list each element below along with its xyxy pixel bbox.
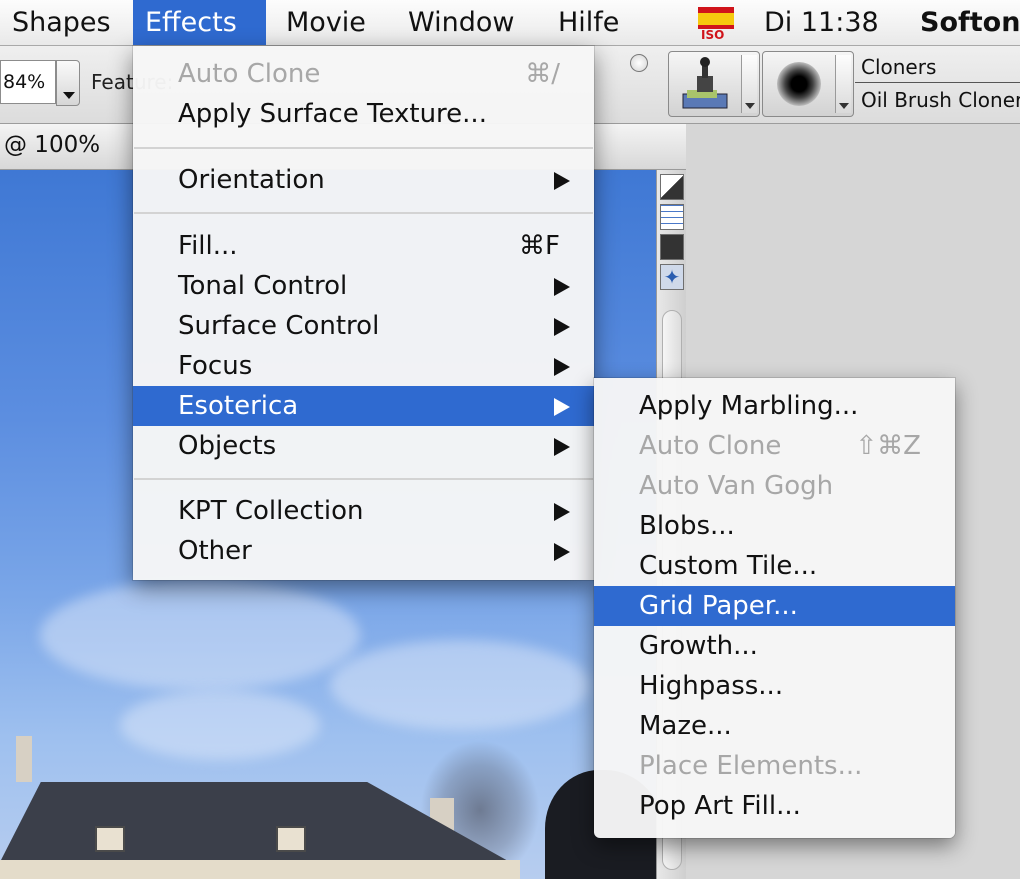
shortcut-label: ⇧⌘Z [855, 431, 921, 461]
menu-item-other[interactable]: Other [133, 531, 594, 571]
menu-item-label: Tonal Control [178, 271, 348, 301]
menu-item-fill[interactable]: Fill... ⌘F [133, 226, 594, 266]
menu-item-label: Apply Marbling... [639, 391, 859, 421]
pin-icon[interactable]: ✦ [660, 264, 684, 290]
menu-item-objects[interactable]: Objects [133, 426, 594, 466]
menu-item-label: Auto Clone [178, 59, 321, 89]
chevron-down-icon [63, 92, 75, 99]
grid-icon[interactable] [660, 204, 684, 230]
submenu-arrow-icon [554, 398, 570, 416]
shortcut-label: ⌘F [519, 231, 560, 261]
menu-item-label: Place Elements... [639, 751, 863, 781]
menu-item-label: Fill... [178, 231, 238, 261]
menu-effects[interactable]: Effects [133, 0, 266, 45]
brush-dab-selector[interactable] [762, 51, 854, 117]
submenu-arrow-icon [554, 438, 570, 456]
cloner-stamp-icon [682, 57, 728, 109]
submenu-arrow-icon [554, 358, 570, 376]
dab-dropdown[interactable] [835, 55, 851, 113]
menu-item-label: Maze... [639, 711, 732, 741]
submenu-arrow-icon [554, 543, 570, 561]
chimney [16, 736, 32, 782]
menu-item-growth[interactable]: Growth... [594, 626, 955, 666]
category-dropdown[interactable] [741, 55, 757, 113]
submenu-arrow-icon [554, 318, 570, 336]
zoom-field[interactable]: 84% [0, 60, 56, 104]
menu-item-label: Auto Van Gogh [639, 471, 834, 501]
menu-item-apply-surface-texture[interactable]: Apply Surface Texture... [133, 94, 594, 134]
menu-item-pop-art-fill[interactable]: Pop Art Fill... [594, 786, 955, 826]
menu-item-esoterica[interactable]: Esoterica [133, 386, 594, 426]
menu-item-label: Highpass... [639, 671, 784, 701]
menu-item-auto-van-gogh[interactable]: Auto Van Gogh [594, 466, 955, 506]
language-flag-icon[interactable]: ISO [698, 7, 734, 42]
menu-item-place-elements[interactable]: Place Elements... [594, 746, 955, 786]
shortcut-label: ⌘/ [525, 59, 560, 89]
flag-iso-label: ISO [701, 28, 725, 42]
brush-dab-icon [777, 62, 821, 106]
effects-menu: Auto Clone ⌘/ Apply Surface Texture... O… [133, 46, 594, 580]
chevron-down-icon [745, 103, 755, 109]
menu-bar: Shapes Effects Movie Window Hilfe ISO Di… [0, 0, 1020, 46]
menu-item-label: Other [178, 536, 252, 566]
menu-item-label: Growth... [639, 631, 758, 661]
menu-movie[interactable]: Movie [274, 0, 384, 45]
menu-item-label: KPT Collection [178, 496, 364, 526]
menu-item-highpass[interactable]: Highpass... [594, 666, 955, 706]
menu-item-maze[interactable]: Maze... [594, 706, 955, 746]
menu-item-surface-control[interactable]: Surface Control [133, 306, 594, 346]
menu-item-label: Objects [178, 431, 277, 461]
menu-clock[interactable]: Di 11:38 [764, 0, 879, 45]
brush-category-label: Cloners [861, 55, 937, 79]
menu-separator [134, 212, 593, 214]
document-title: @ 100% [4, 132, 101, 158]
menu-item-label: Orientation [178, 165, 325, 195]
menu-item-auto-clone[interactable]: Auto Clone ⇧⌘Z [594, 426, 955, 466]
menu-window[interactable]: Window [396, 0, 532, 45]
menu-item-label: Auto Clone [639, 431, 782, 461]
menu-shapes[interactable]: Shapes [0, 0, 129, 45]
menu-item-label: Pop Art Fill... [639, 791, 801, 821]
submenu-arrow-icon [554, 503, 570, 521]
menu-item-label: Grid Paper... [639, 591, 798, 621]
menu-item-label: Focus [178, 351, 253, 381]
menu-item-grid-paper[interactable]: Grid Paper... [594, 586, 955, 626]
brush-category-selector[interactable] [668, 51, 760, 117]
menu-item-focus[interactable]: Focus [133, 346, 594, 386]
menu-item-tonal-control[interactable]: Tonal Control [133, 266, 594, 306]
menu-item-kpt-collection[interactable]: KPT Collection [133, 491, 594, 531]
menu-hilfe[interactable]: Hilfe [546, 0, 637, 45]
menu-item-apply-marbling[interactable]: Apply Marbling... [594, 386, 955, 426]
menu-item-auto-clone[interactable]: Auto Clone ⌘/ [133, 54, 594, 94]
dormer-window [276, 826, 306, 852]
house-wall [0, 860, 520, 879]
brush-variant-label[interactable]: Oil Brush Cloner [861, 88, 1020, 112]
screen-mode-icon[interactable] [660, 234, 684, 260]
menu-item-label: Custom Tile... [639, 551, 818, 581]
menu-item-orientation[interactable]: Orientation [133, 160, 594, 200]
radio-button[interactable] [630, 54, 648, 72]
menu-item-label: Esoterica [178, 391, 299, 421]
menu-separator [134, 147, 593, 149]
layer-icon[interactable] [660, 174, 684, 200]
brush-variant-box[interactable]: Cloners Oil Brush Cloner [855, 51, 1020, 117]
dormer-window [95, 826, 125, 852]
menu-item-label: Blobs... [639, 511, 735, 541]
menu-user-label[interactable]: Softon [920, 0, 1020, 45]
menu-item-blobs[interactable]: Blobs... [594, 506, 955, 546]
submenu-arrow-icon [554, 172, 570, 190]
menu-item-custom-tile[interactable]: Custom Tile... [594, 546, 955, 586]
menu-separator [134, 478, 593, 480]
zoom-dropdown-button[interactable] [56, 60, 80, 106]
menu-item-label: Apply Surface Texture... [178, 99, 487, 129]
chevron-down-icon [839, 103, 849, 109]
submenu-arrow-icon [554, 278, 570, 296]
esoterica-submenu: Apply Marbling... Auto Clone ⇧⌘Z Auto Va… [594, 378, 955, 838]
menu-item-label: Surface Control [178, 311, 380, 341]
